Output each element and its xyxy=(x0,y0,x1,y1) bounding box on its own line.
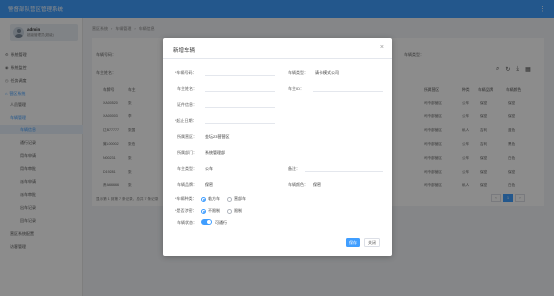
classified-radio-2[interactable]: 限制 xyxy=(227,208,242,214)
vehicle-status-switch[interactable] xyxy=(201,219,212,225)
owner-type-select[interactable]: 公车 xyxy=(205,166,213,172)
radio-dot-icon xyxy=(201,208,206,214)
cancel-button[interactable]: 关闭 xyxy=(364,238,380,247)
plate-input[interactable] xyxy=(205,75,275,76)
vehicle-status-value: 可通行 xyxy=(215,220,227,225)
camp-label: 所属营区： xyxy=(177,134,197,139)
owner-type-label: 车主类型： xyxy=(177,166,197,171)
owner-name-input[interactable] xyxy=(205,91,275,92)
radio-dot-icon xyxy=(227,196,232,202)
cert-label: 证件信息： xyxy=(177,102,197,107)
dept-label: 所属部门： xyxy=(177,150,197,155)
close-icon[interactable]: × xyxy=(380,44,384,51)
owner-name-label: 车主姓名： xyxy=(177,86,197,91)
brand-label: 车辆品牌： xyxy=(177,182,197,187)
classified-label: *是否涉密： xyxy=(175,208,197,213)
add-vehicle-dialog: 新增车辆 × *车辆号码： 车辆类型： 请卡模式公司 车主姓名： 车主ID： 证… xyxy=(163,38,392,256)
color-select[interactable]: 保密 xyxy=(313,182,321,188)
vehicle-kind-radio-1[interactable]: 临方车 xyxy=(201,196,220,202)
dialog-title: 新增车辆 xyxy=(173,48,196,54)
cert-input[interactable] xyxy=(205,107,275,108)
dept-select[interactable]: 系统管理部 xyxy=(205,150,225,156)
color-label: 车辆颜色： xyxy=(288,182,308,187)
camp-select[interactable]: 金坛23营营区 xyxy=(205,134,229,140)
start-date-input[interactable] xyxy=(205,123,275,124)
vehicle-kind-radio-2[interactable]: 营部车 xyxy=(227,196,246,202)
vehicle-kind-label: *车辆种类： xyxy=(175,196,197,201)
vehicle-status-label: 车辆状态： xyxy=(177,220,197,225)
vehicle-type-select[interactable]: 请卡模式公司 xyxy=(315,70,339,76)
vehicle-type-label: 车辆类型： xyxy=(288,70,308,75)
radio-dot-icon xyxy=(201,196,206,202)
plate-label: *车辆号码： xyxy=(175,70,197,75)
save-button[interactable]: 保存 xyxy=(346,238,360,247)
owner-id-label: 车主ID： xyxy=(288,86,304,91)
start-date-label: *起止日期： xyxy=(175,118,197,123)
radio-dot-icon xyxy=(227,208,232,214)
remark-input[interactable] xyxy=(305,171,383,172)
owner-id-input[interactable] xyxy=(313,91,383,92)
remark-label: 备注： xyxy=(288,166,300,171)
classified-radio-1[interactable]: 不限制 xyxy=(201,208,220,214)
brand-select[interactable]: 保密 xyxy=(205,182,213,188)
divider xyxy=(163,58,392,59)
